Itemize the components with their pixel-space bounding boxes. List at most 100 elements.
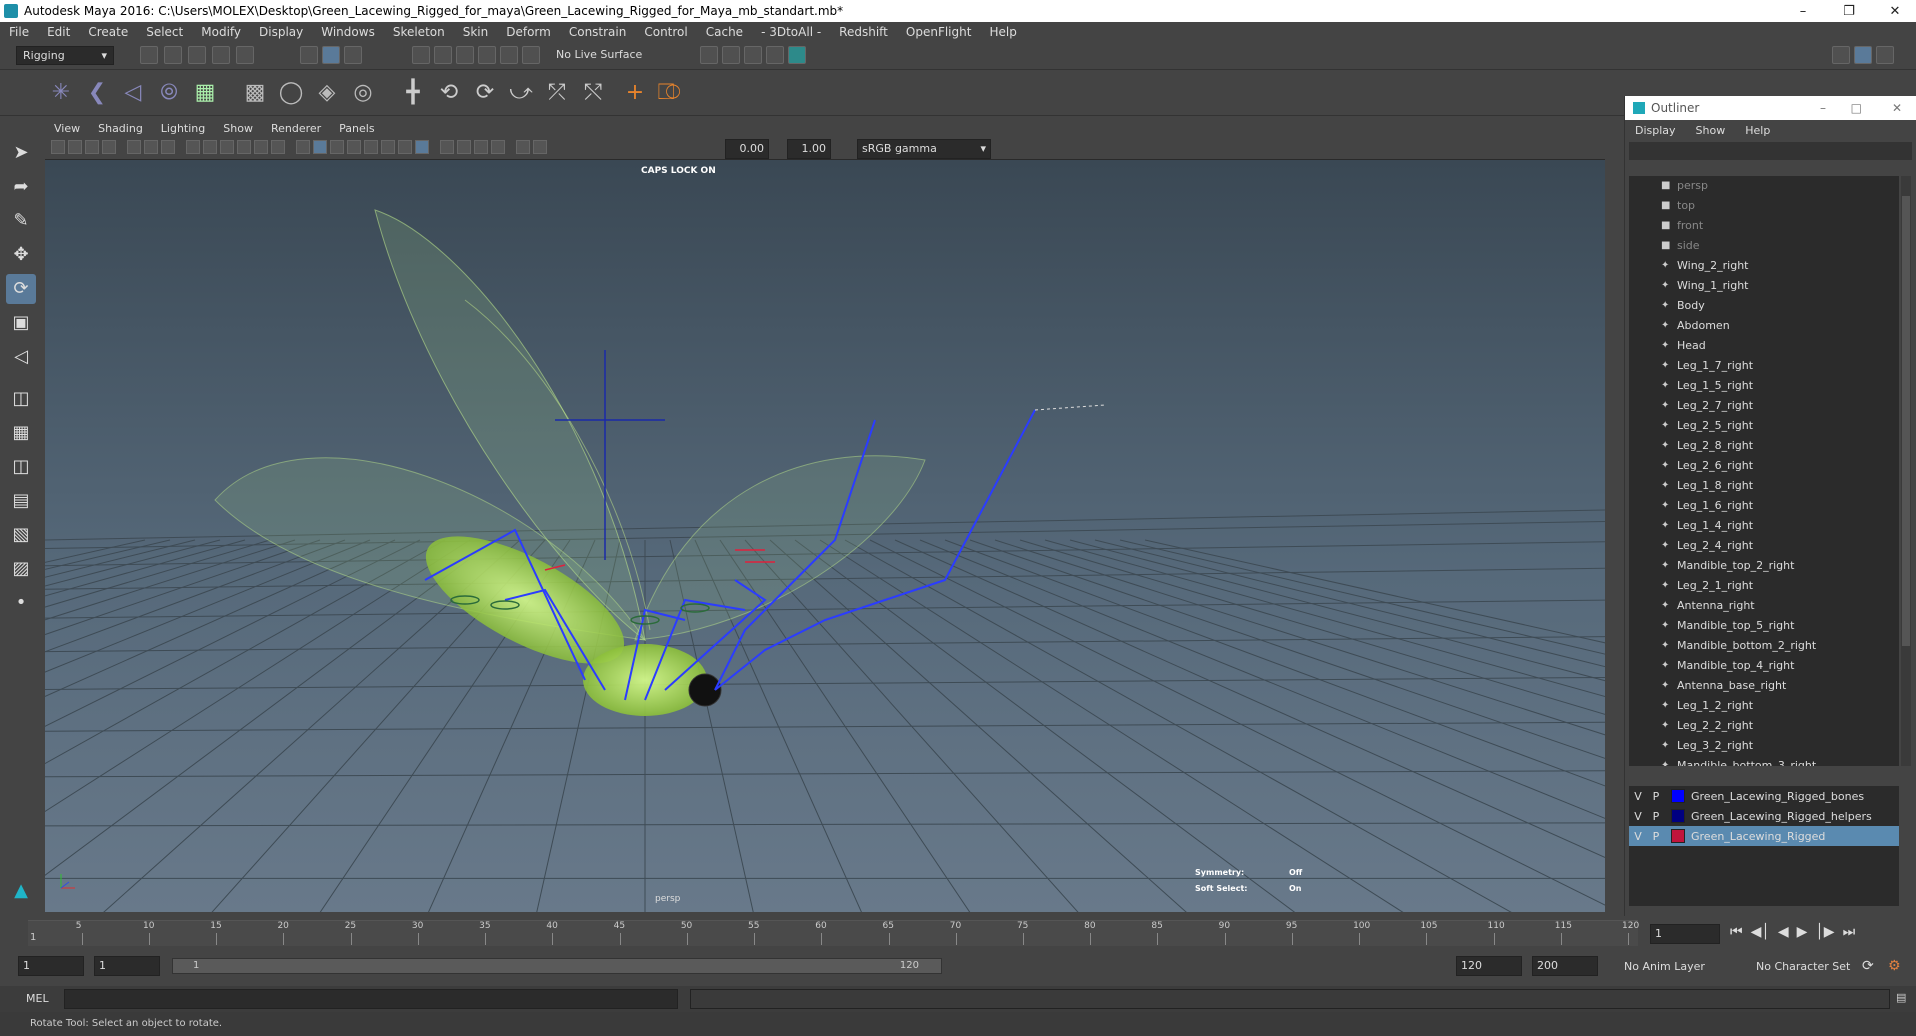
single-view-icon[interactable]: ◫	[6, 384, 36, 414]
outliner-item[interactable]: ✦ Abdomen	[1629, 316, 1899, 336]
outliner-item[interactable]: ✦ Leg_2_6_right	[1629, 456, 1899, 476]
safe-action-icon[interactable]	[254, 140, 268, 154]
aim-constraint-icon[interactable]: ⟳	[470, 78, 500, 108]
go-to-start-icon[interactable]: ⏮	[1730, 924, 1743, 940]
modeling-toolkit-icon[interactable]	[1832, 46, 1850, 64]
step-back-key-icon[interactable]: ◀│	[1751, 924, 1770, 940]
mel-label[interactable]: MEL	[26, 992, 49, 1005]
expand-shelf-icon[interactable]: •	[6, 588, 36, 618]
layer-row[interactable]: V P Green_Lacewing_Rigged_helpers	[1629, 806, 1899, 826]
menu-item[interactable]: Redshift	[830, 25, 897, 39]
menu-item[interactable]: Help	[980, 25, 1025, 39]
paint-select-icon[interactable]: ✎	[6, 206, 36, 236]
menu-item[interactable]: Windows	[312, 25, 384, 39]
persp-viewport[interactable]: CAPS LOCK ON persp Symmetry: Off Soft Se…	[45, 160, 1605, 912]
ik-handle-icon[interactable]: ◁	[118, 78, 148, 108]
outliner-layout-icon[interactable]: ▤	[6, 486, 36, 516]
outliner-maximize-button[interactable]: □	[1851, 101, 1862, 115]
menu-item[interactable]: Constrain	[560, 25, 636, 39]
smooth-shade-icon[interactable]	[313, 140, 327, 154]
anim-start-field[interactable]: 1	[18, 956, 84, 976]
outliner-menu-item[interactable]: Show	[1686, 124, 1736, 137]
parent-constraint-icon[interactable]: ⤲	[578, 78, 608, 108]
maximize-button[interactable]: ❐	[1826, 0, 1872, 22]
snap-view-icon[interactable]	[478, 46, 496, 64]
layer-visibility-toggle[interactable]: V	[1629, 830, 1647, 843]
outliner-scrollbar[interactable]	[1901, 176, 1911, 766]
menu-item[interactable]: Modify	[192, 25, 250, 39]
play-icon[interactable]: ▶	[1797, 924, 1808, 940]
isolate-select-icon[interactable]	[474, 140, 488, 154]
outliner-item[interactable]: ✦ Leg_1_5_right	[1629, 376, 1899, 396]
menu-item[interactable]: Select	[137, 25, 192, 39]
select-component-icon[interactable]	[344, 46, 362, 64]
anim-layer-dropdown[interactable]: No Anim Layer	[1624, 960, 1705, 973]
outliner-item[interactable]: ✦ Mandible_top_4_right	[1629, 656, 1899, 676]
range-bar[interactable]: 1 120	[172, 958, 942, 974]
bind-skin-icon[interactable]: ▩	[240, 78, 270, 108]
channel-box-icon[interactable]	[1876, 46, 1894, 64]
outliner-camera-item[interactable]: ■ top	[1629, 196, 1899, 216]
snap-grid-icon[interactable]	[412, 46, 430, 64]
outliner-item[interactable]: ✦ Antenna_right	[1629, 596, 1899, 616]
playback-end-field[interactable]: 120	[1456, 956, 1522, 976]
film-gate-icon[interactable]	[186, 140, 200, 154]
close-button[interactable]: ✕	[1872, 0, 1916, 22]
outliner-item[interactable]: ✦ Antenna_base_right	[1629, 676, 1899, 696]
outliner-item[interactable]: ✦ Leg_3_2_right	[1629, 736, 1899, 756]
open-scene-icon[interactable]	[164, 46, 182, 64]
rotate-tool-icon[interactable]: ⟳	[6, 274, 36, 304]
depth-of-field-icon[interactable]	[457, 140, 471, 154]
outliner-item[interactable]: ✦ Leg_2_7_right	[1629, 396, 1899, 416]
panel-menu-item[interactable]: Renderer	[262, 122, 330, 135]
orient-constraint-icon[interactable]: ⤻	[506, 78, 536, 108]
outliner-tree[interactable]: ■ persp ■ top ■ front ■ side ✦ Wing_2_right ✦ Wing_…	[1629, 176, 1899, 766]
four-view-icon[interactable]: ▦	[6, 418, 36, 448]
select-object-icon[interactable]	[322, 46, 340, 64]
cluster-icon[interactable]: ◎	[348, 78, 378, 108]
new-scene-icon[interactable]	[140, 46, 158, 64]
2d-pan-icon[interactable]	[127, 140, 141, 154]
mirror-joint-icon[interactable]: ▦	[190, 78, 220, 108]
mel-input[interactable]	[64, 989, 678, 1009]
screen-ao-icon[interactable]	[398, 140, 412, 154]
menu-item[interactable]: - 3DtoAll -	[752, 25, 830, 39]
bookmark-icon[interactable]	[85, 140, 99, 154]
aa-icon[interactable]	[440, 140, 454, 154]
layer-color-swatch[interactable]	[1671, 789, 1685, 803]
field-chart-icon[interactable]	[237, 140, 251, 154]
snap-point-icon[interactable]	[456, 46, 474, 64]
grid-toggle-icon[interactable]	[161, 140, 175, 154]
menu-item[interactable]: Cache	[697, 25, 752, 39]
current-frame-field[interactable]: 1	[1650, 924, 1720, 944]
character-set-dropdown[interactable]: No Character Set	[1756, 960, 1850, 973]
scale-constraint-icon[interactable]: ⤱	[542, 78, 572, 108]
menu-item[interactable]: Display	[250, 25, 312, 39]
camera-select-icon[interactable]	[51, 140, 65, 154]
script-editor-icon[interactable]: ▤	[1896, 991, 1906, 1004]
outliner-item[interactable]: ✦ Leg_2_5_right	[1629, 416, 1899, 436]
snap-surface-icon[interactable]	[500, 46, 518, 64]
live-surface-label[interactable]: No Live Surface	[556, 48, 642, 61]
outliner-item[interactable]: ✦ Wing_2_right	[1629, 256, 1899, 276]
lasso-tool-icon[interactable]: ➦	[6, 172, 36, 202]
outliner-item[interactable]: ✦ Leg_2_2_right	[1629, 716, 1899, 736]
attribute-editor-icon[interactable]	[1854, 46, 1872, 64]
safe-title-icon[interactable]	[271, 140, 285, 154]
layer-color-swatch[interactable]	[1671, 809, 1685, 823]
lattice-icon[interactable]: ◈	[312, 78, 342, 108]
go-to-end-icon[interactable]: ⏭	[1843, 924, 1856, 940]
anim-prefs-icon[interactable]: ⚙	[1888, 958, 1901, 974]
redo-icon[interactable]	[236, 46, 254, 64]
outliner-item[interactable]: ✦ Leg_1_8_right	[1629, 476, 1899, 496]
xray-active-icon[interactable]	[533, 140, 547, 154]
panel-menu-item[interactable]: Show	[214, 122, 262, 135]
panel-menu-item[interactable]: Panels	[330, 122, 383, 135]
outliner-menu-item[interactable]: Help	[1735, 124, 1780, 137]
outliner-item[interactable]: ✦ Leg_1_2_right	[1629, 696, 1899, 716]
smooth-bind-icon[interactable]: ◯	[276, 78, 306, 108]
layer-visibility-toggle[interactable]: V	[1629, 810, 1647, 823]
use-lights-icon[interactable]	[364, 140, 378, 154]
menu-item[interactable]: Control	[635, 25, 696, 39]
paint-weights-icon[interactable]: ╋	[398, 78, 428, 108]
